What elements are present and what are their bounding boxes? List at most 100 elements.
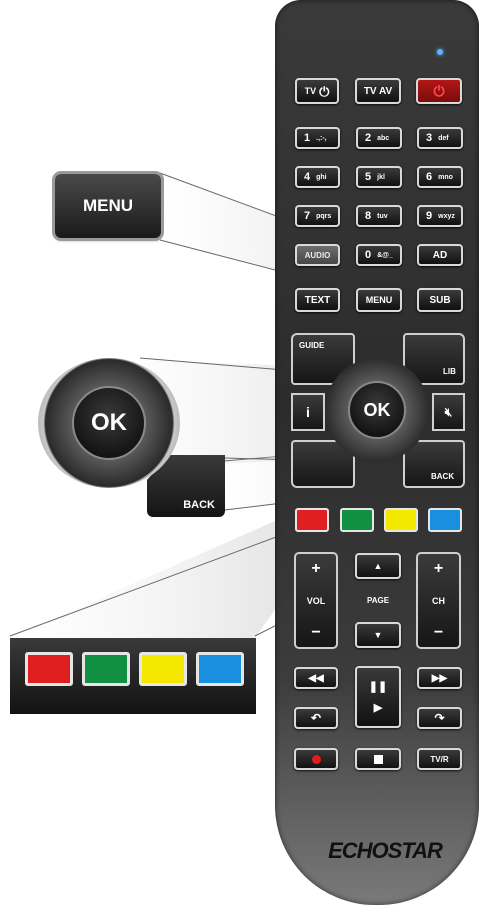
rewind-button[interactable]: ◀◀: [294, 667, 338, 689]
number-button-5[interactable]: 5 jkl: [356, 166, 402, 188]
back-callout-label: BACK: [183, 499, 215, 511]
tv-av-label: TV AV: [363, 85, 393, 97]
blue-button[interactable]: [428, 508, 462, 532]
status-led: [437, 49, 443, 55]
play-pause-button[interactable]: ❚❚ ▶: [355, 666, 401, 728]
audio-button[interactable]: AUDIO: [295, 244, 340, 266]
letters: tuv: [377, 212, 388, 220]
mute-icon: 🔇︎: [444, 404, 453, 419]
play-icon: ▶: [373, 702, 383, 714]
letters: wxyz: [438, 212, 455, 220]
page-up-button[interactable]: ▲: [355, 553, 401, 579]
letters: .,:-,: [316, 134, 327, 142]
ok-callout-button: OK: [72, 386, 146, 460]
letters: mno: [438, 173, 453, 181]
arrow-down-icon: ▼: [373, 630, 383, 640]
callout-green-button: [82, 652, 130, 686]
callout-blue-button: [196, 652, 244, 686]
number-button-7[interactable]: 7 pqrs: [295, 205, 340, 227]
digit: 7: [304, 210, 311, 222]
menu-label: MENU: [365, 295, 393, 305]
tvr-label: TV/R: [430, 754, 449, 764]
tvr-button[interactable]: TV/R: [417, 748, 462, 770]
guide-label: GUIDE: [299, 341, 325, 350]
ok-button[interactable]: OK: [348, 381, 406, 439]
digit: 2: [365, 132, 372, 144]
menu-callout-label: MENU: [82, 196, 134, 215]
pause-icon: ❚❚: [368, 681, 388, 693]
number-button-8[interactable]: 8 tuv: [356, 205, 402, 227]
number-button-4[interactable]: 4 ghi: [295, 166, 340, 188]
brand-logo: ECHOSTAR: [328, 838, 443, 863]
ok-callout: OK: [38, 358, 180, 488]
number-button-6[interactable]: 6 mno: [417, 166, 463, 188]
vol-rocker[interactable]: + VOL −: [294, 552, 338, 649]
replay-icon: ↶: [310, 711, 322, 725]
ch-plus[interactable]: +: [418, 560, 459, 578]
text-button[interactable]: TEXT: [295, 288, 340, 312]
info-button[interactable]: i: [291, 393, 325, 431]
red-button[interactable]: [295, 508, 329, 532]
info-label: i: [306, 404, 310, 420]
skip-button[interactable]: ↷: [417, 707, 462, 729]
page-label: PAGE: [366, 596, 390, 605]
number-button-2[interactable]: 2 abc: [356, 127, 402, 149]
sub-button[interactable]: SUB: [417, 288, 463, 312]
ad-label: AD: [432, 249, 448, 261]
digit: 6: [426, 171, 433, 183]
letters: ghi: [316, 173, 327, 181]
menu-button[interactable]: MENU: [356, 288, 402, 312]
lib-label: LIB: [443, 367, 456, 376]
menu-callout: MENU: [55, 174, 161, 238]
green-button[interactable]: [340, 508, 374, 532]
power-icon: ⏻: [319, 83, 330, 99]
page-down-button[interactable]: ▼: [355, 622, 401, 648]
digit: 3: [426, 132, 433, 144]
number-button-1[interactable]: 1 .,:-,: [295, 127, 340, 149]
callout-red-button: [25, 652, 73, 686]
digit: 5: [365, 171, 372, 183]
letters: def: [438, 134, 449, 142]
record-button[interactable]: [294, 748, 338, 770]
number-button-3[interactable]: 3 def: [417, 127, 463, 149]
tv-av-button[interactable]: TV AV: [355, 78, 401, 104]
record-icon: [311, 754, 321, 764]
tv-power-label: TV: [304, 86, 317, 96]
rewind-icon: ◀◀: [308, 672, 324, 684]
ch-rocker[interactable]: + CH −: [416, 552, 461, 649]
sub-label: SUB: [429, 294, 451, 306]
fast-forward-icon: ▶▶: [431, 672, 448, 684]
power-icon: ⏻: [433, 83, 445, 99]
stop-icon: [373, 754, 383, 764]
yellow-button[interactable]: [384, 508, 418, 532]
back-label: BACK: [431, 472, 455, 481]
letters: jkl: [377, 173, 385, 181]
ch-label: CH: [432, 596, 445, 606]
arrow-up-icon: ▲: [373, 561, 383, 571]
ch-minus[interactable]: −: [418, 624, 459, 642]
power-button[interactable]: ⏻: [416, 78, 462, 104]
digit: 1: [304, 132, 311, 144]
replay-button[interactable]: ↶: [294, 707, 338, 729]
letters: abc: [377, 134, 390, 142]
digit: 4: [304, 171, 311, 183]
nav-ring[interactable]: OK: [325, 358, 429, 462]
vol-label: VOL: [306, 596, 326, 606]
mute-button[interactable]: 🔇︎: [432, 393, 465, 431]
text-label: TEXT: [304, 294, 331, 306]
fast-forward-button[interactable]: ▶▶: [417, 667, 462, 689]
digit: 8: [365, 210, 372, 222]
skip-icon: ↷: [434, 711, 445, 725]
letters: &@_: [377, 251, 393, 259]
ad-button[interactable]: AD: [417, 244, 463, 266]
vol-minus[interactable]: −: [296, 624, 336, 642]
ok-label: OK: [363, 399, 391, 420]
audio-label: AUDIO: [304, 250, 331, 260]
tv-power-button[interactable]: TV ⏻: [295, 78, 339, 104]
callout-yellow-button: [139, 652, 187, 686]
stop-button[interactable]: [355, 748, 401, 770]
number-button-0[interactable]: 0 &@_: [356, 244, 402, 266]
letters: pqrs: [316, 212, 332, 220]
number-button-9[interactable]: 9 wxyz: [417, 205, 463, 227]
vol-plus[interactable]: +: [296, 560, 336, 578]
